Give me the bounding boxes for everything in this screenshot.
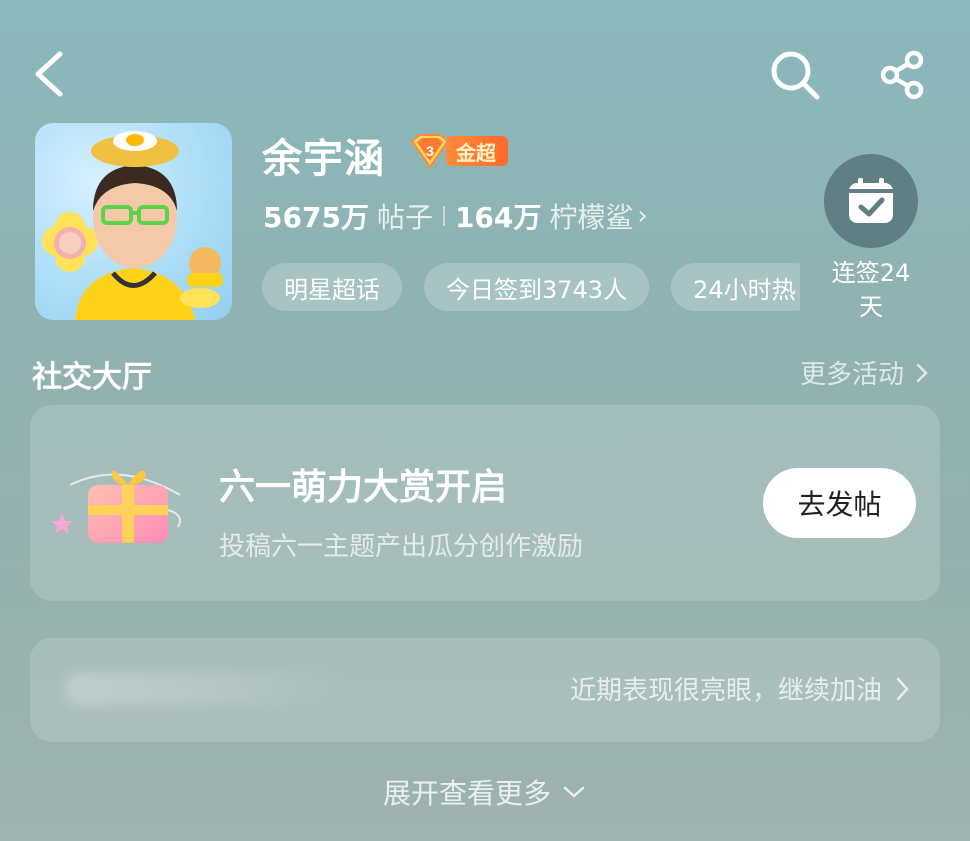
tag-24h[interactable]: 24小时热	[671, 263, 800, 311]
badge-level: 3	[426, 143, 434, 159]
profile-stats: 5675万 帖子 164万 柠檬鲨 ›	[263, 196, 648, 236]
expand-label: 展开查看更多	[382, 777, 551, 810]
chevron-right-icon	[896, 677, 909, 700]
posts-count: 5675万	[263, 201, 369, 234]
search-icon	[771, 51, 820, 100]
share-icon	[880, 50, 924, 100]
fans-count: 164万	[454, 201, 542, 234]
more-activities-label: 更多活动	[799, 360, 904, 390]
checkin-label: 连签24天	[831, 259, 911, 321]
calendar-check-icon	[849, 178, 893, 223]
avatar[interactable]	[35, 123, 232, 320]
more-activities-link[interactable]: 更多活动	[800, 354, 932, 391]
chevron-left-icon	[35, 51, 63, 97]
tag-checkin-count[interactable]: 今日签到3743人	[424, 263, 650, 311]
search-button[interactable]	[768, 48, 822, 102]
gift-icon	[50, 455, 190, 555]
badge-label: 金超	[446, 136, 508, 166]
tag-row: 明星超话 今日签到3743人 24小时热	[262, 263, 800, 313]
chevron-down-icon	[563, 786, 585, 798]
tag-category[interactable]: 明星超话	[262, 263, 402, 311]
level-badge[interactable]: 3 金超	[408, 133, 508, 169]
chevron-right-icon[interactable]: ›	[637, 201, 647, 231]
profile-name: 余宇涵	[262, 136, 385, 182]
event-title: 六一萌力大赏开启	[219, 467, 508, 508]
performance-text: 近期表现很亮眼，继续加油	[569, 676, 882, 706]
event-subtitle: 投稿六一主题产出瓜分创作激励	[219, 532, 584, 562]
post-button[interactable]: 去发帖	[763, 468, 916, 538]
back-button[interactable]	[30, 50, 70, 98]
stats-divider	[442, 206, 445, 226]
section-title: 社交大厅	[32, 360, 152, 395]
blurred-avatars	[64, 672, 354, 706]
checkin-button[interactable]	[824, 154, 918, 248]
performance-row[interactable]: 近期表现很亮眼，继续加油	[570, 670, 914, 707]
expand-more[interactable]: 展开查看更多	[0, 772, 970, 812]
chevron-right-icon	[916, 363, 928, 382]
fans-label[interactable]: 柠檬鲨	[549, 196, 633, 236]
avatar-image	[42, 131, 223, 320]
posts-label: 帖子	[376, 201, 433, 234]
share-button[interactable]	[876, 50, 930, 100]
